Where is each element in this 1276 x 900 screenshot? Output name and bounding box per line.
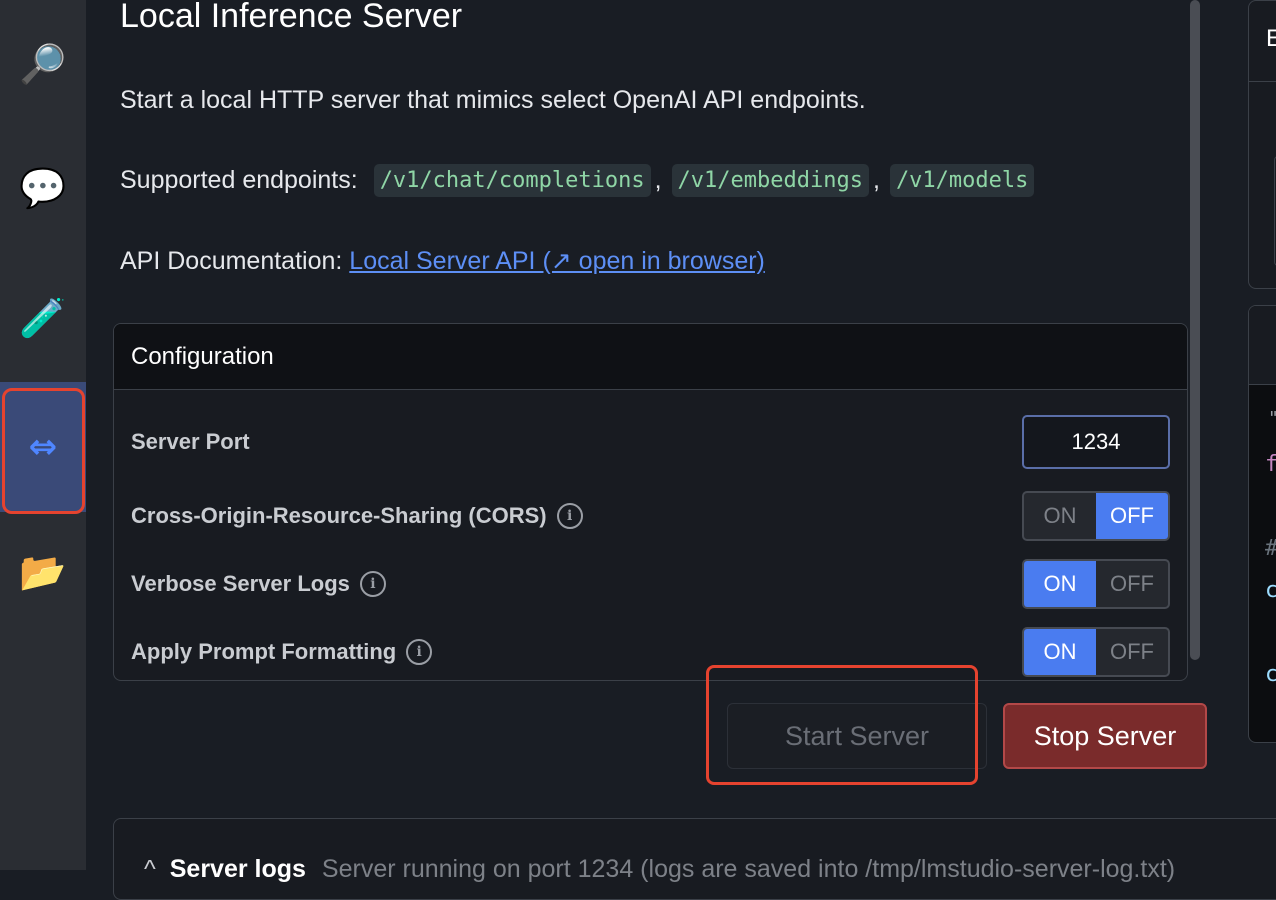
- sidebar-item-server[interactable]: ⇔: [0, 382, 86, 512]
- endpoint-models: /v1/models: [889, 164, 1035, 197]
- cors-label: Cross-Origin-Resource-Sharing (CORS): [131, 503, 547, 528]
- prompt-formatting-row: Apply Prompt Formatting i ON OFF: [131, 626, 1170, 678]
- cors-toggle[interactable]: ON OFF: [1022, 491, 1170, 541]
- page-description: Start a local HTTP server that mimics se…: [120, 86, 866, 114]
- sidebar-item-chat[interactable]: 💬: [0, 124, 86, 254]
- server-port-input[interactable]: [1022, 415, 1170, 469]
- code-char: c: [1265, 578, 1276, 603]
- info-icon[interactable]: i: [556, 503, 583, 529]
- endpoint-chat-completions: /v1/chat/completions: [373, 164, 651, 197]
- cors-label-group: Cross-Origin-Resource-Sharing (CORS) i: [131, 503, 583, 529]
- cors-row: Cross-Origin-Resource-Sharing (CORS) i O…: [131, 490, 1170, 542]
- supported-endpoints: Supported endpoints: /v1/chat/completion…: [120, 164, 1035, 197]
- endpoint-separator: ,: [872, 166, 880, 194]
- server-port-label: Server Port: [131, 429, 250, 454]
- endpoint-separator: ,: [654, 166, 662, 194]
- start-server-button[interactable]: Start Server: [727, 703, 987, 769]
- code-char: #: [1265, 536, 1276, 561]
- info-icon[interactable]: i: [359, 571, 386, 597]
- verbose-toggle-on[interactable]: ON: [1024, 561, 1096, 607]
- page-title: Local Inference Server: [120, 0, 463, 35]
- server-logs-title: Server logs: [169, 855, 306, 883]
- verbose-label-group: Verbose Server Logs i: [131, 571, 386, 597]
- sidebar: 🔎 💬 🧪 ⇔ 📂: [0, 0, 86, 870]
- verbose-logs-label: Verbose Server Logs: [131, 571, 350, 596]
- api-doc-label: API Documentation:: [120, 247, 343, 275]
- cors-toggle-on[interactable]: ON: [1024, 493, 1096, 539]
- endpoint-embeddings: /v1/embeddings: [671, 164, 869, 197]
- code-char: ": [1268, 408, 1276, 429]
- right-panel-top: E: [1248, 0, 1276, 289]
- left-right-arrow-icon: ⇔: [28, 427, 58, 467]
- sidebar-item-models[interactable]: 📂: [0, 508, 86, 638]
- server-logs-panel[interactable]: ^ Server logs Server running on port 1234 …: [113, 818, 1276, 900]
- right-panel-code-header: [1249, 306, 1276, 385]
- api-doc-link[interactable]: Local Server API (↗ open in browser): [349, 247, 765, 275]
- server-port-row: Server Port: [131, 415, 1170, 469]
- folder-icon: 📂: [19, 552, 67, 594]
- prompt-label-group: Apply Prompt Formatting i: [131, 639, 433, 665]
- api-documentation: API Documentation: Local Server API (↗ o…: [120, 246, 765, 276]
- prompt-formatting-toggle[interactable]: ON OFF: [1022, 627, 1170, 677]
- chevron-up-icon[interactable]: ^: [144, 855, 156, 883]
- configuration-panel: Configuration Server Port Cross-Origin-R…: [113, 323, 1188, 681]
- verbose-toggle-off[interactable]: OFF: [1096, 561, 1168, 607]
- endpoints-label: Supported endpoints:: [120, 166, 358, 194]
- prompt-toggle-off[interactable]: OFF: [1096, 629, 1168, 675]
- prompt-formatting-label: Apply Prompt Formatting: [131, 639, 397, 664]
- verbose-logs-row: Verbose Server Logs i ON OFF: [131, 558, 1170, 610]
- stop-server-button[interactable]: Stop Server: [1003, 703, 1207, 769]
- server-logs-status: Server running on port 1234 (logs are sa…: [321, 855, 1176, 883]
- verbose-logs-toggle[interactable]: ON OFF: [1022, 559, 1170, 609]
- code-char: c: [1265, 662, 1276, 687]
- right-panel-top-letter: E: [1266, 25, 1276, 52]
- test-tube-icon: 🧪: [19, 298, 67, 340]
- code-char: f: [1265, 452, 1276, 477]
- search-icon: 🔎: [19, 44, 67, 86]
- chat-bubble-icon: 💬: [19, 168, 67, 210]
- info-icon[interactable]: i: [406, 639, 433, 665]
- prompt-toggle-on[interactable]: ON: [1024, 629, 1096, 675]
- cors-toggle-off[interactable]: OFF: [1096, 493, 1168, 539]
- main-scrollbar[interactable]: [1190, 0, 1200, 660]
- sidebar-item-playground[interactable]: 🧪: [0, 254, 86, 384]
- sidebar-item-search[interactable]: 🔎: [0, 0, 86, 130]
- configuration-title: Configuration: [114, 324, 1187, 390]
